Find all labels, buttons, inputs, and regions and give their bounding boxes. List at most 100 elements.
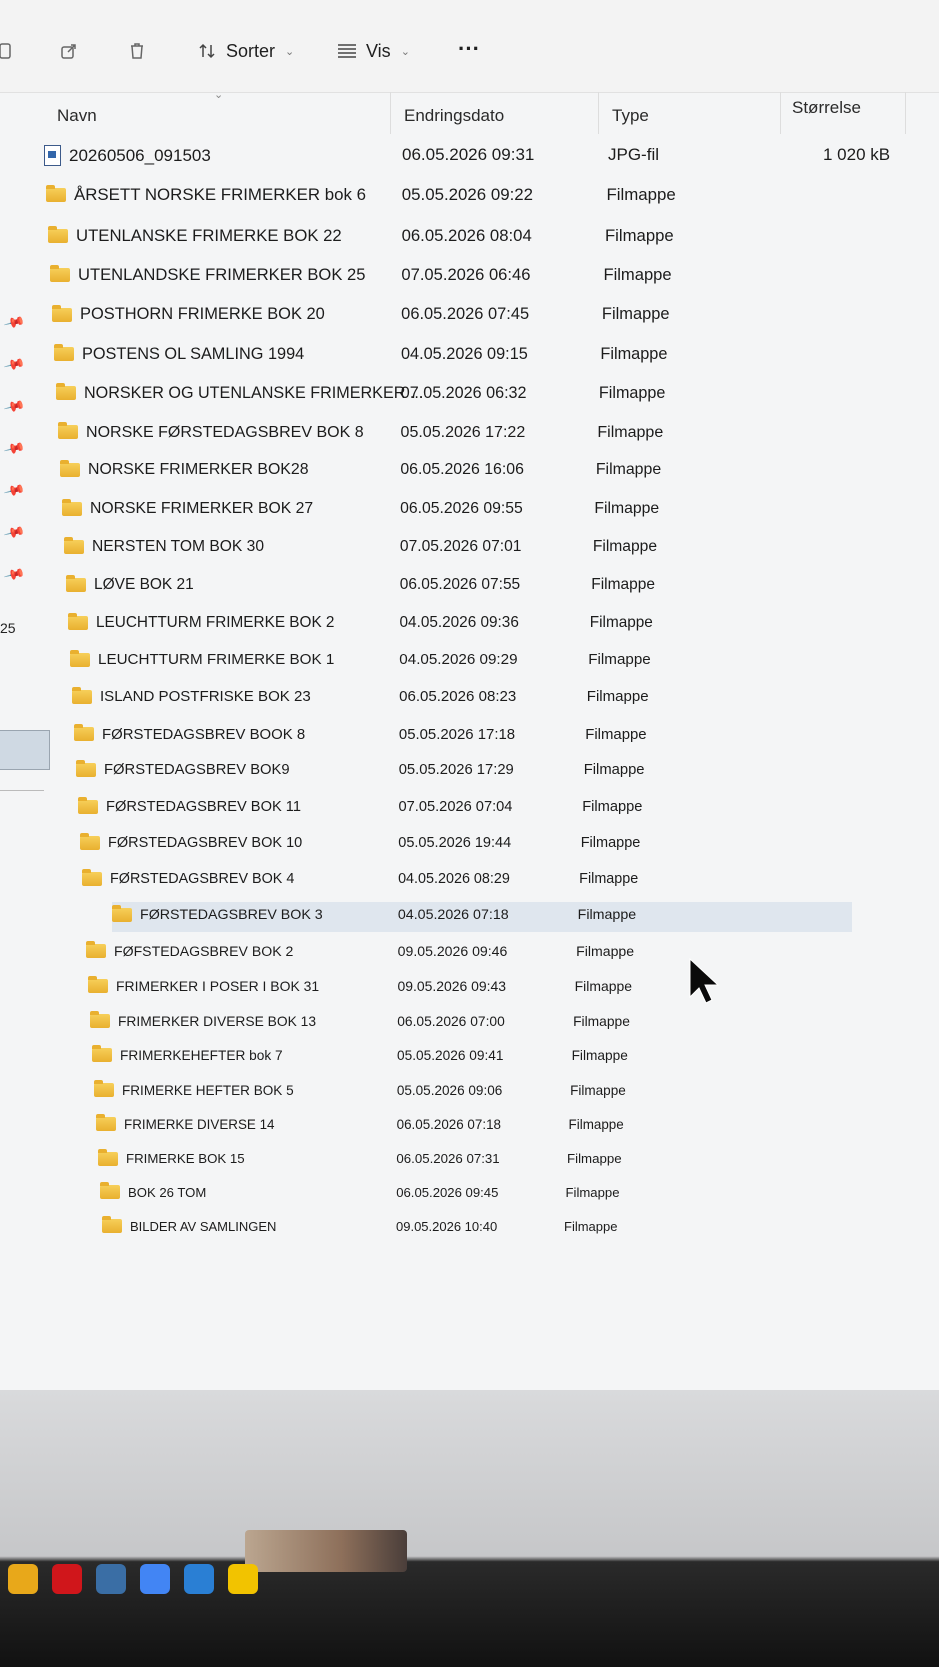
file-type: Filmappe bbox=[595, 461, 662, 479]
file-row[interactable]: FØRSTEDAGSBREV BOOK 8 05.05.2026 17:18 Fil… bbox=[0, 721, 800, 751]
file-name: FRIMERKE HEFTER BOK 5 bbox=[122, 1082, 294, 1098]
file-name: ISLAND POSTFRISKE BOK 23 bbox=[100, 688, 311, 706]
file-row[interactable]: NORSKE FRIMERKER BOK28 06.05.2026 16:06 Fi… bbox=[0, 456, 800, 486]
chevron-down-icon: ⌄ bbox=[285, 45, 295, 58]
taskbar-preview-thumbnail[interactable] bbox=[245, 1530, 407, 1572]
file-row[interactable]: FRIMERKE DIVERSE 14 06.05.2026 07:18 Filma… bbox=[0, 1112, 800, 1142]
column-header-date[interactable]: Endringsdato bbox=[404, 106, 504, 126]
file-type: JPG-fil bbox=[608, 145, 659, 164]
file-row[interactable]: BILDER AV SAMLINGEN 09.05.2026 10:40 Filma… bbox=[0, 1214, 800, 1244]
copy-button[interactable] bbox=[0, 40, 16, 62]
file-date: 06.05.2026 08:04 bbox=[401, 225, 532, 245]
file-date: 05.05.2026 17:22 bbox=[400, 422, 526, 441]
file-row[interactable]: BOK 26 TOM 06.05.2026 09:45 Filmappe bbox=[0, 1180, 800, 1210]
norton-icon[interactable] bbox=[228, 1564, 258, 1594]
file-name-cell: LEUCHTTURM FRIMERKE BOK 1 bbox=[70, 649, 334, 668]
file-type: Filmappe bbox=[565, 1184, 620, 1200]
folder-icon bbox=[50, 265, 70, 283]
file-row[interactable]: LEUCHTTURM FRIMERKE BOK 1 04.05.2026 09:2… bbox=[0, 646, 800, 676]
file-row[interactable]: FRIMERKER DIVERSE BOK 13 06.05.2026 07:00… bbox=[0, 1008, 800, 1038]
column-divider[interactable] bbox=[905, 92, 906, 134]
file-name: NORSKE FRIMERKER BOK 27 bbox=[90, 499, 314, 517]
sort-button[interactable]: Sorter ⌄ bbox=[196, 40, 294, 62]
file-name: NORSKER OG UTENLANSKE FRIMERKER ... bbox=[84, 383, 424, 402]
file-row[interactable]: FRIMERKE HEFTER BOK 5 05.05.2026 09:06 Fil… bbox=[0, 1078, 800, 1108]
folder-icon bbox=[82, 869, 102, 887]
file-type: Filmappe bbox=[598, 383, 666, 402]
file-row[interactable]: FØRSTEDAGSBREV BOK 3 04.05.2026 07:18 Film… bbox=[112, 902, 852, 932]
column-header-type[interactable]: Type bbox=[612, 106, 649, 126]
folder-icon bbox=[62, 498, 82, 516]
file-row[interactable]: ÅRSETT NORSKE FRIMERKER bok 6 05.05.2026 … bbox=[0, 180, 800, 210]
file-row[interactable]: FØRSTEDAGSBREV BOK 11 07.05.2026 07:04 Fil… bbox=[0, 794, 800, 824]
column-header-size[interactable]: Størrelse bbox=[792, 98, 861, 118]
app-icon[interactable] bbox=[96, 1564, 126, 1594]
share-button[interactable] bbox=[58, 40, 80, 62]
view-label: Vis bbox=[366, 40, 391, 61]
file-name: NORSKE FØRSTEDAGSBREV BOK 8 bbox=[86, 422, 364, 441]
file-type: Filmappe bbox=[588, 651, 651, 669]
file-row[interactable]: LEUCHTTURM FRIMERKE BOK 2 04.05.2026 09:3… bbox=[0, 609, 800, 639]
file-row[interactable]: NORSKE FRIMERKER BOK 27 06.05.2026 09:55 F… bbox=[0, 495, 800, 525]
file-row[interactable]: NORSKER OG UTENLANSKE FRIMERKER ... 07.05… bbox=[0, 379, 800, 409]
delete-button[interactable] bbox=[126, 40, 148, 62]
file-row[interactable]: FØRSTEDAGSBREV BOK9 05.05.2026 17:29 Filma… bbox=[0, 757, 800, 787]
folder-icon bbox=[66, 574, 86, 592]
folder-icon bbox=[56, 383, 76, 401]
file-date: 05.05.2026 17:18 bbox=[398, 725, 516, 743]
file-row[interactable]: FØRSTEDAGSBREV BOK 4 04.05.2026 08:29 Film… bbox=[0, 866, 800, 896]
file-row[interactable]: UTENLANDSKE FRIMERKER BOK 25 07.05.2026 0… bbox=[0, 260, 800, 290]
file-row[interactable]: NERSTEN TOM BOK 30 07.05.2026 07:01 Filmap… bbox=[0, 533, 800, 563]
share-icon bbox=[58, 40, 80, 62]
view-button[interactable]: Vis ⌄ bbox=[336, 40, 410, 62]
file-name: BILDER AV SAMLINGEN bbox=[130, 1218, 277, 1234]
file-row[interactable]: UTENLANSKE FRIMERKE BOK 22 06.05.2026 08:… bbox=[0, 221, 800, 251]
file-row[interactable]: POSTENS OL SAMLING 1994 04.05.2026 09:15 F… bbox=[0, 340, 800, 370]
file-row[interactable]: NORSKE FØRSTEDAGSBREV BOK 8 05.05.2026 17… bbox=[0, 418, 800, 448]
folder-icon bbox=[90, 1011, 110, 1029]
folder-icon bbox=[88, 975, 108, 993]
column-divider[interactable] bbox=[780, 92, 781, 134]
file-date: 07.05.2026 07:01 bbox=[399, 538, 522, 555]
column-divider[interactable] bbox=[598, 92, 599, 134]
file-date: 06.05.2026 07:55 bbox=[399, 575, 521, 593]
file-date: 06.05.2026 08:23 bbox=[399, 688, 517, 706]
opera-icon[interactable] bbox=[52, 1564, 82, 1594]
file-row[interactable]: FRIMERKE BOK 15 06.05.2026 07:31 Filmappe bbox=[0, 1146, 800, 1176]
folder-icon bbox=[58, 422, 78, 440]
file-date: 04.05.2026 09:15 bbox=[400, 344, 528, 363]
file-name: FRIMERKE DIVERSE 14 bbox=[124, 1116, 275, 1132]
file-row[interactable]: FØFSTEDAGSBREV BOK 2 09.05.2026 09:46 Film… bbox=[0, 938, 800, 968]
file-explorer-icon[interactable] bbox=[8, 1564, 38, 1594]
file-row[interactable]: POSTHORN FRIMERKE BOK 20 06.05.2026 07:45… bbox=[0, 300, 800, 330]
folder-icon bbox=[46, 185, 66, 203]
folder-icon bbox=[54, 344, 74, 361]
column-divider[interactable] bbox=[390, 92, 391, 134]
file-row[interactable]: 20260506_091503 06.05.2026 09:31 JPG-fil 1 … bbox=[0, 140, 890, 170]
file-name: FRIMERKE BOK 15 bbox=[126, 1151, 245, 1167]
file-date: 06.05.2026 09:31 bbox=[402, 145, 535, 164]
chrome-icon[interactable] bbox=[140, 1564, 170, 1594]
more-options-button[interactable]: ··· bbox=[458, 36, 480, 62]
folder-icon bbox=[74, 724, 94, 741]
file-row[interactable]: LØVE BOK 21 06.05.2026 07:55 Filmappe bbox=[0, 571, 800, 601]
file-row[interactable]: ISLAND POSTFRISKE BOK 23 06.05.2026 08:23… bbox=[0, 683, 800, 713]
file-name-cell: UTENLANSKE FRIMERKE BOK 22 bbox=[48, 225, 342, 246]
file-name-cell: FRIMERKE BOK 15 bbox=[98, 1148, 245, 1167]
file-row[interactable]: FRIMERKER I POSER I BOK 31 09.05.2026 09:… bbox=[0, 973, 800, 1003]
file-type: Filmappe bbox=[592, 538, 658, 555]
file-type: Filmappe bbox=[597, 422, 664, 441]
file-name-cell: FØRSTEDAGSBREV BOK 11 bbox=[78, 796, 301, 815]
file-type: Filmappe bbox=[574, 977, 632, 994]
network-icon[interactable] bbox=[184, 1564, 214, 1594]
file-type: Filmappe bbox=[603, 265, 672, 285]
file-date: 05.05.2026 09:22 bbox=[401, 185, 534, 205]
file-name-cell: FØRSTEDAGSBREV BOK9 bbox=[76, 760, 290, 778]
file-row[interactable]: FRIMERKEHEFTER bok 7 05.05.2026 09:41 Film… bbox=[0, 1043, 800, 1073]
column-header-name[interactable]: Navn bbox=[57, 106, 97, 126]
folder-icon bbox=[68, 612, 88, 630]
file-name-cell: FØRSTEDAGSBREV BOK 10 bbox=[80, 833, 302, 851]
file-type: Filmappe bbox=[573, 1013, 630, 1030]
file-row[interactable]: FØRSTEDAGSBREV BOK 10 05.05.2026 19:44 Fil… bbox=[0, 830, 800, 860]
file-name-cell: FØRSTEDAGSBREV BOK 4 bbox=[82, 869, 294, 887]
